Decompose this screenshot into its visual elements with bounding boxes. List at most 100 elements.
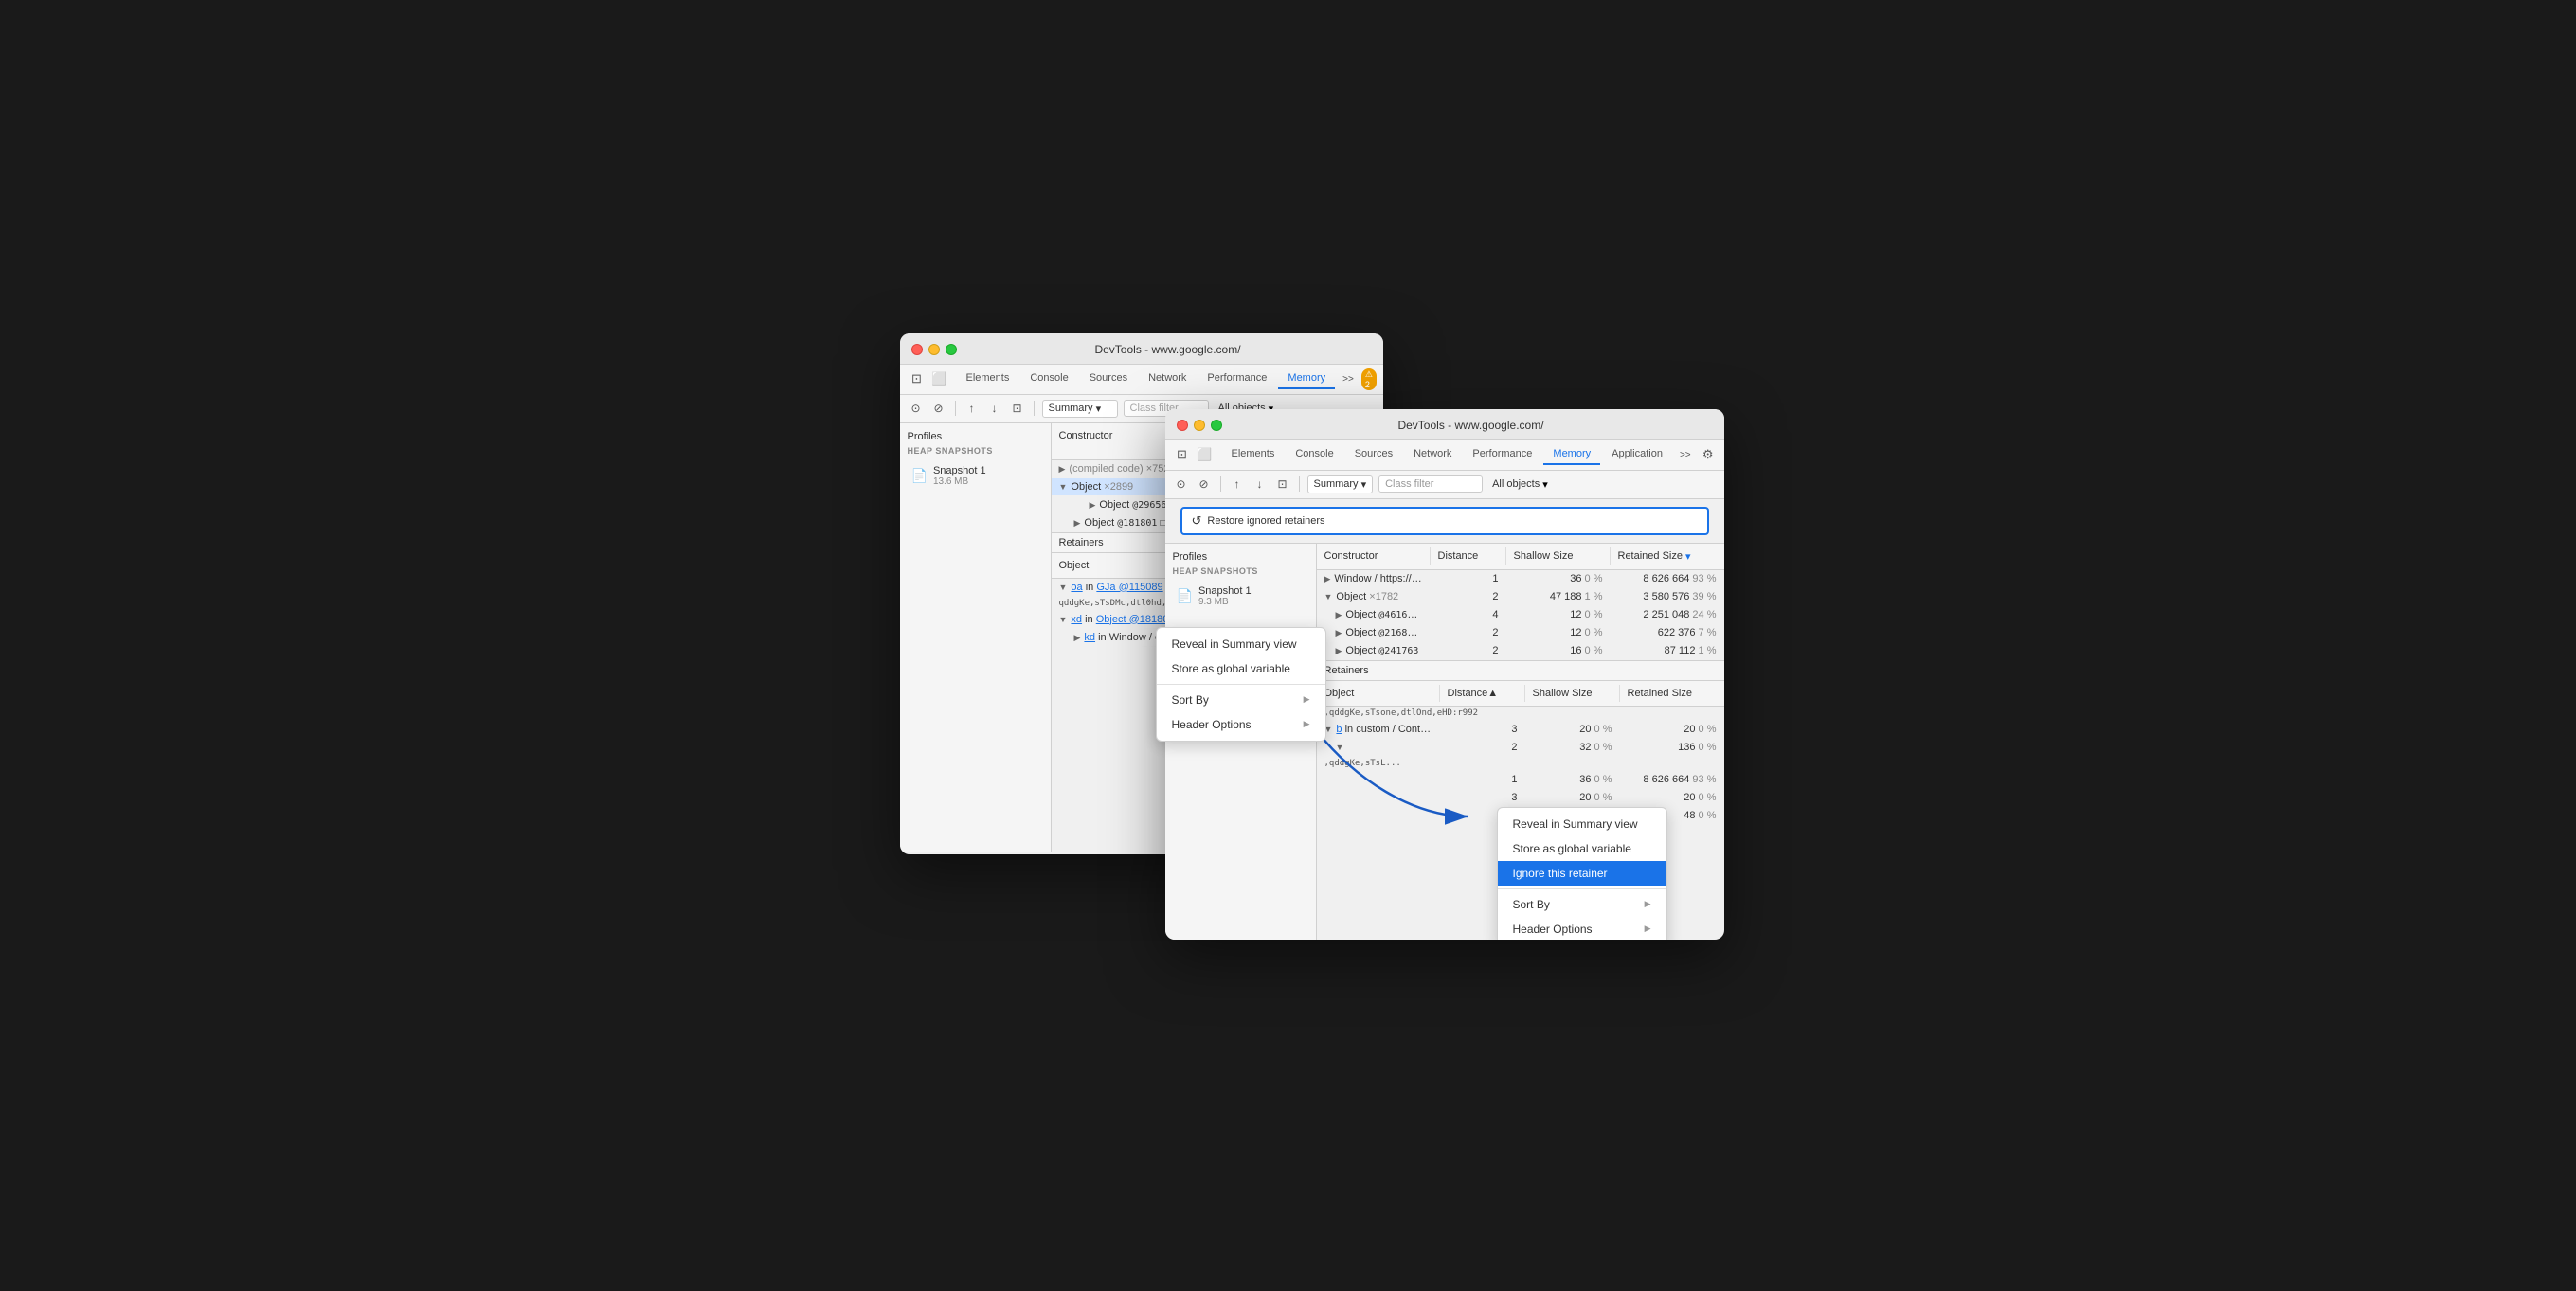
download-icon-2[interactable]: ↓ [1252,475,1269,493]
tab-elements-2[interactable]: Elements [1222,444,1285,465]
menu-sortby-1[interactable]: Sort By ▶ [1157,688,1325,712]
table-row[interactable]: ▼Object ×1782 2 47 188 1 % 3 580 576 39 … [1317,588,1724,606]
table-row[interactable]: ▶Object @241763 2 16 0 % 87 112 1 % [1317,642,1724,660]
tab-application-2[interactable]: Application [1602,444,1672,465]
class-filter-2[interactable]: Class filter [1378,475,1483,493]
th-sh-2: Shallow Size [1525,685,1620,702]
tab-overflow-1[interactable]: >> [1337,372,1360,386]
tab-memory-2[interactable]: Memory [1543,444,1600,465]
download-icon-1[interactable]: ↓ [986,400,1003,417]
view-chevron-2: ▾ [1361,478,1367,491]
snapshot-size-2: 9.3 MB [1198,597,1252,607]
heap-snapshots-label-1: HEAP SNAPSHOTS [908,446,1043,456]
tab-performance-1[interactable]: Performance [1198,368,1276,389]
settings-icon-2[interactable]: ⚙ [1699,445,1718,464]
retainers-label-2: Retainers [1317,660,1724,681]
clear-icon-2[interactable]: ⊘ [1196,475,1213,493]
snapshot-size-1: 13.6 MB [933,476,986,487]
view-dropdown-2[interactable]: Summary ▾ [1307,475,1374,493]
device-icon[interactable]: ⬜ [930,369,949,388]
table-row[interactable]: ▶Object @461651 □ 4 12 0 % 2 251 048 24 … [1317,606,1724,624]
restore-bar: ↺ Restore ignored retainers [1165,499,1724,544]
table-row[interactable]: 3 20 0 % 20 0 % [1317,789,1724,807]
inspect-icon[interactable]: ⊡ [908,369,927,388]
collect-icon-2[interactable]: ⊡ [1274,475,1291,493]
upload-icon-1[interactable]: ↑ [964,400,981,417]
restore-retainers-button[interactable]: ↺ Restore ignored retainers [1180,507,1709,535]
menu-ignore-retainer[interactable]: Ignore this retainer [1498,861,1666,886]
separator-3 [1220,476,1221,492]
menu-sortby-2[interactable]: Sort By ▶ [1498,892,1666,917]
menu-store-1[interactable]: Store as global variable [1157,656,1325,681]
maximize-button-2[interactable] [1211,420,1222,431]
snapshot-item-2[interactable]: 📄 Snapshot 1 9.3 MB [1173,582,1308,611]
tab-sources-1[interactable]: Sources [1080,368,1137,389]
submenu-arrow-3: ▶ [1645,899,1651,909]
table-row[interactable]: ▼ 2 32 0 % 136 0 % [1317,739,1724,757]
close-button-2[interactable] [1177,420,1188,431]
device-icon-2[interactable]: ⬜ [1196,445,1215,464]
td-sh: 32 0 % [1525,739,1620,756]
upload-icon-2[interactable]: ↑ [1229,475,1246,493]
table-row[interactable]: 1 36 0 % 8 626 664 93 % [1317,771,1724,789]
close-button-1[interactable] [911,344,923,355]
tab-sources-2[interactable]: Sources [1345,444,1402,465]
minimize-button-1[interactable] [928,344,940,355]
td-retained: 87 112 1 % [1611,642,1724,659]
tab-console-1[interactable]: Console [1020,368,1077,389]
table-row[interactable]: ▶Object @216867 □ 2 12 0 % 622 376 7 % [1317,624,1724,642]
retainers-header-2: Object Distance▲ Shallow Size Retained S… [1317,681,1724,707]
td-ret: 8 626 664 93 % [1620,771,1724,788]
more-icon-2[interactable]: ⋮ [1723,445,1724,464]
view-label-2: Summary [1314,478,1359,490]
sidebar-2: Profiles HEAP SNAPSHOTS 📄 Snapshot 1 9.3… [1165,544,1317,940]
td-shallow: 47 188 1 % [1506,588,1611,605]
tabs-1: ⊡ ⬜ Elements Console Sources Network Per… [900,365,1383,395]
minimize-button-2[interactable] [1194,420,1205,431]
inspect-icon-2[interactable]: ⊡ [1173,445,1192,464]
td-object [1317,771,1440,788]
all-objects-chevron-2: ▾ [1542,478,1548,491]
td-sh: 20 0 % [1525,721,1620,738]
snapshot-item-1[interactable]: 📄 Snapshot 1 13.6 MB [908,461,1043,491]
tab-console-2[interactable]: Console [1286,444,1342,465]
td-retained: 8 626 664 93 % [1611,570,1724,587]
separator-2 [1034,401,1035,416]
td-shallow: 36 0 % [1506,570,1611,587]
window-title-2: DevTools - www.google.com/ [1230,419,1713,432]
menu-reveal-1[interactable]: Reveal in Summary view [1157,632,1325,656]
maximize-button-1[interactable] [946,344,957,355]
restore-label: Restore ignored retainers [1207,515,1324,527]
td-ret: 136 0 % [1620,739,1724,756]
menu-sep-1 [1157,684,1325,685]
tab-network-2[interactable]: Network [1404,444,1461,465]
snapshot-file-icon-1: 📄 [911,468,928,484]
tab-network-1[interactable]: Network [1139,368,1196,389]
collect-icon-1[interactable]: ⊡ [1009,400,1026,417]
menu-headeropts-2[interactable]: Header Options ▶ [1498,917,1666,940]
constructor-body-2: ▶Window / https://www.google.com 1 36 0 … [1317,570,1724,660]
view-label-1: Summary [1049,403,1093,414]
settings-icon-1[interactable]: ⚙ [1378,369,1383,388]
clear-icon-1[interactable]: ⊘ [930,400,947,417]
constructor-grid-2: Constructor Distance Shallow Size Retain… [1317,544,1724,660]
menu-headeropts-1[interactable]: Header Options ▶ [1157,712,1325,737]
td-d: 1 [1440,771,1525,788]
snapshot-info-1: Snapshot 1 13.6 MB [933,465,986,487]
snapshot-info-2: Snapshot 1 9.3 MB [1198,585,1252,607]
tab-elements-1[interactable]: Elements [957,368,1019,389]
table-row[interactable]: ▶Window / https://www.google.com 1 36 0 … [1317,570,1724,588]
record-icon-2[interactable]: ⊙ [1173,475,1190,493]
tabs-2: ⊡ ⬜ Elements Console Sources Network Per… [1165,440,1724,471]
tab-memory-1[interactable]: Memory [1278,368,1335,389]
tab-performance-2[interactable]: Performance [1463,444,1541,465]
td-name: ▶Object @241763 [1317,642,1431,659]
menu-store-2[interactable]: Store as global variable [1498,836,1666,861]
table-row[interactable]: ▼b in custom / Context @? 3 20 0 % 20 0 … [1317,721,1724,739]
view-dropdown-1[interactable]: Summary ▾ [1042,400,1118,418]
tab-overflow-2[interactable]: >> [1674,448,1697,462]
tab-icons-2: ⊡ ⬜ [1173,445,1215,464]
record-icon-1[interactable]: ⊙ [908,400,925,417]
td-d: 2 [1440,739,1525,756]
menu-reveal-2[interactable]: Reveal in Summary view [1498,812,1666,836]
